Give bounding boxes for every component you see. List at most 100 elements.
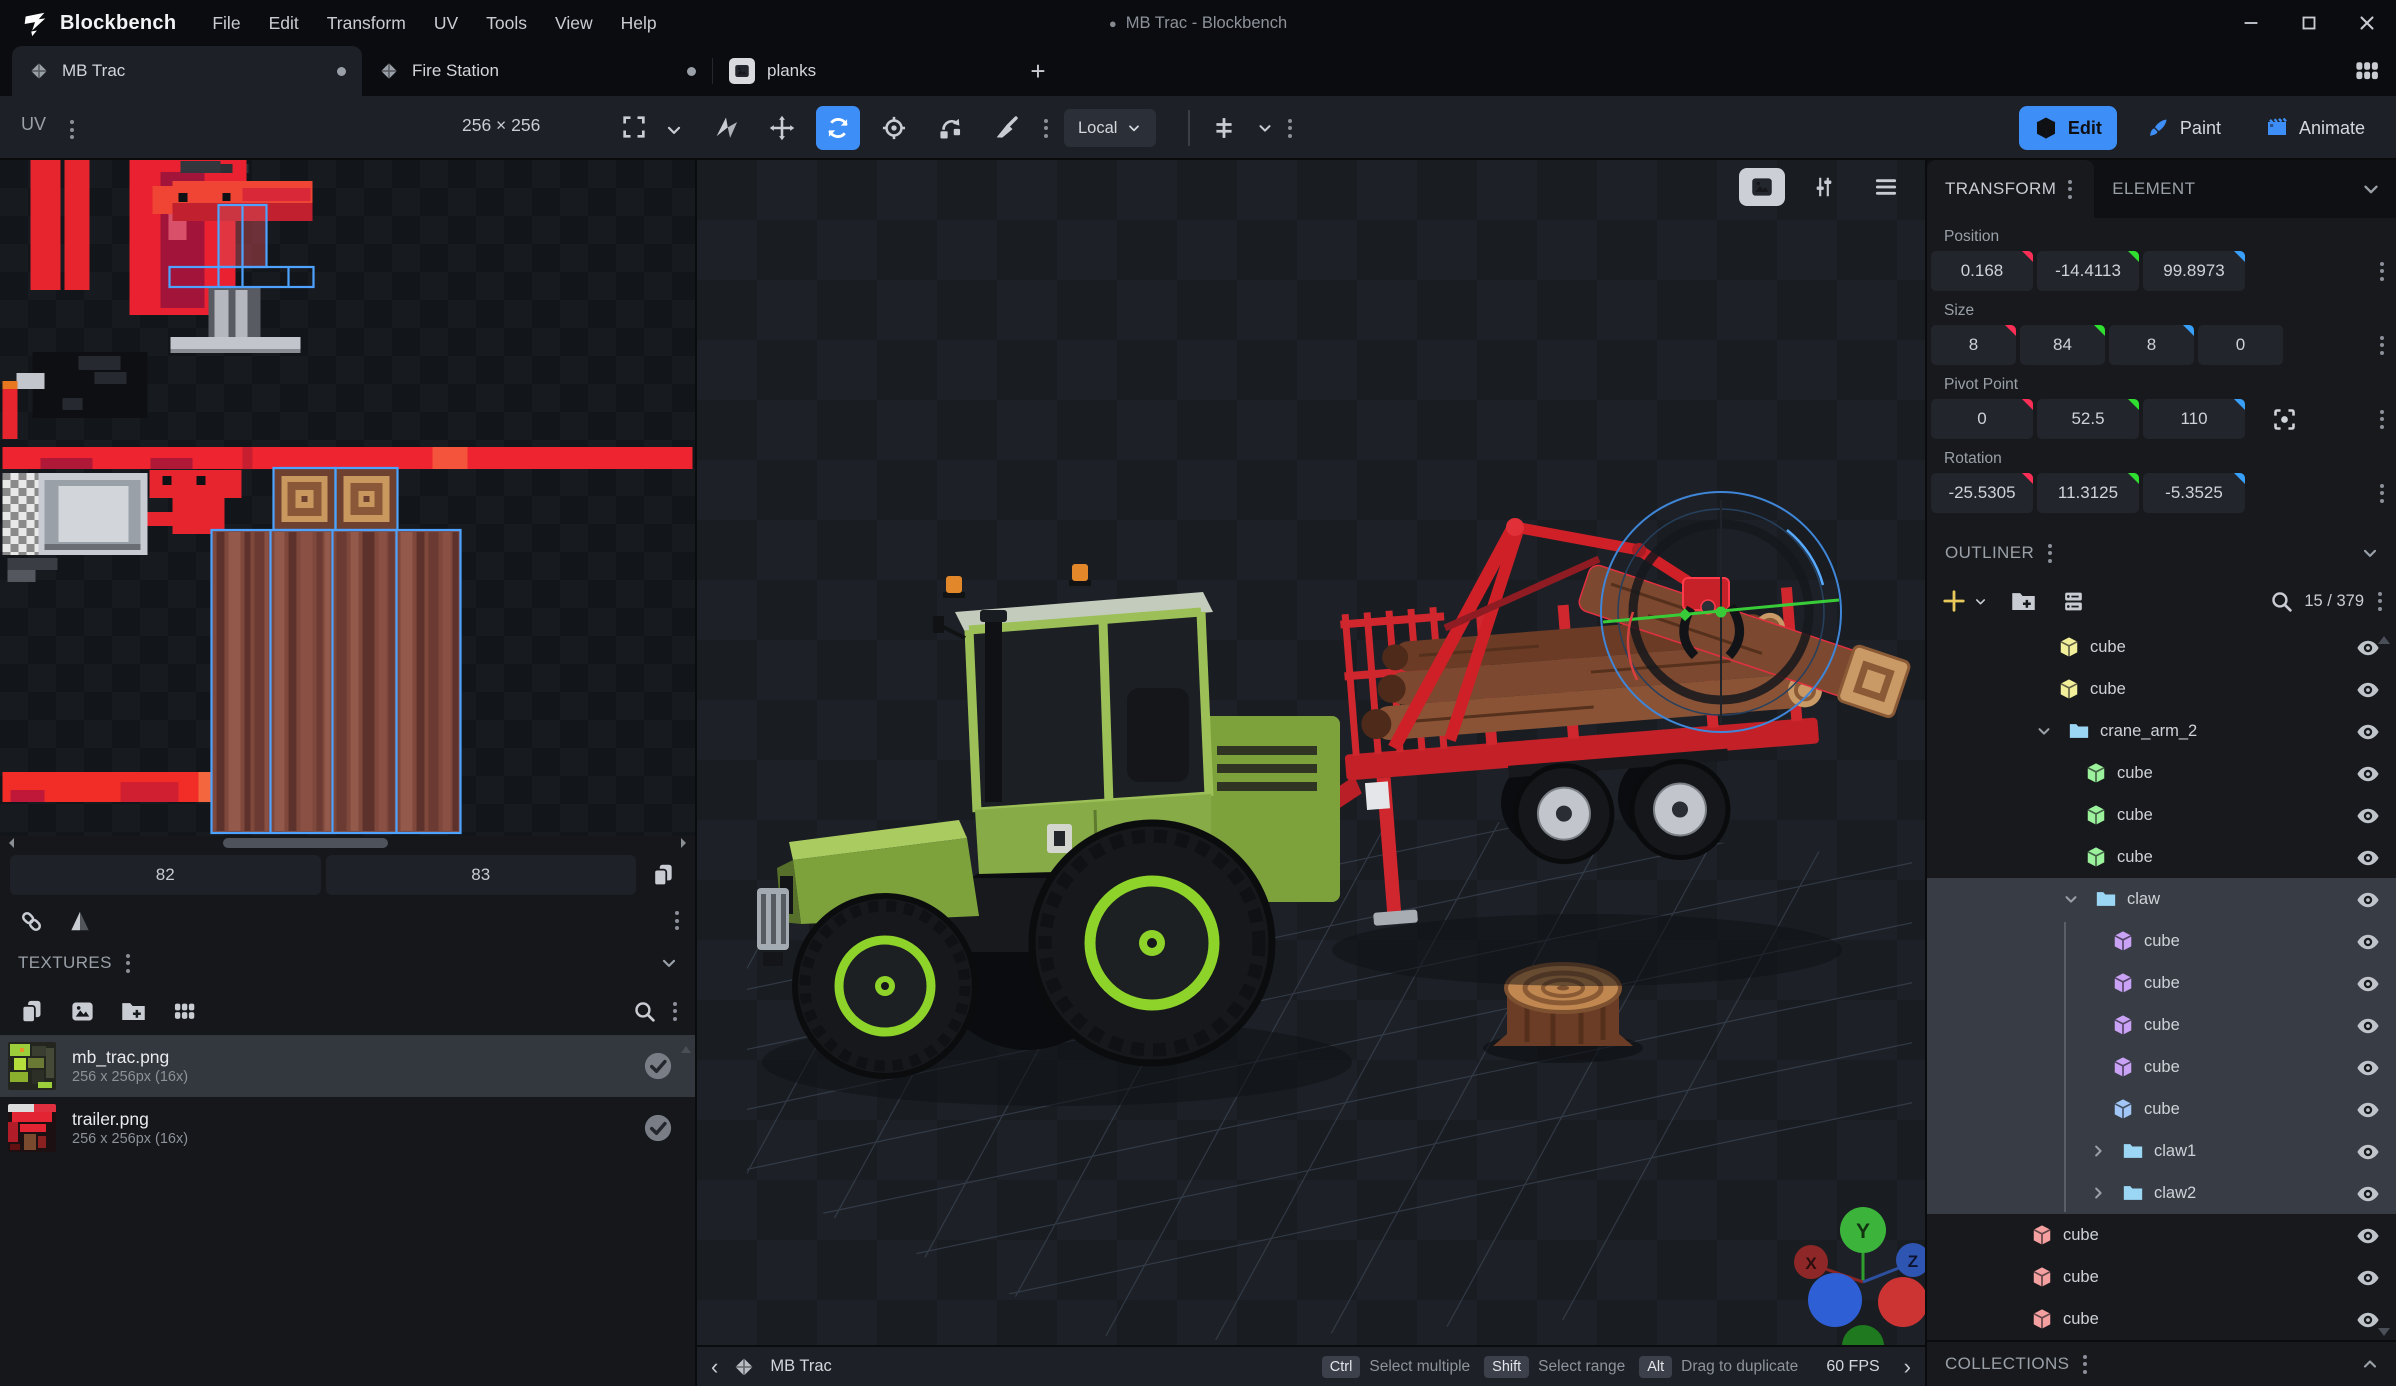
link-uv-icon[interactable] (18, 908, 45, 935)
rotation-x-field[interactable]: -25.5305 (1931, 473, 2033, 513)
visibility-eye-icon[interactable] (2356, 1140, 2380, 1162)
outliner-menu-icon[interactable] (2044, 540, 2056, 567)
new-tab-button[interactable]: + (1015, 46, 1061, 96)
visibility-eye-icon[interactable] (2356, 972, 2380, 994)
visibility-eye-icon[interactable] (2356, 888, 2380, 910)
transform-menu-icon[interactable] (2064, 176, 2076, 203)
group-menu-icon[interactable] (2376, 480, 2388, 507)
pivot-point-z-field[interactable]: 110 (2143, 399, 2245, 439)
chevron-down-icon[interactable] (659, 953, 679, 973)
size-z-field[interactable]: 8 (2109, 325, 2194, 365)
scroll-right-icon[interactable] (681, 838, 691, 848)
visibility-eye-icon[interactable] (2356, 1014, 2380, 1036)
scroll-left-icon[interactable] (4, 838, 14, 848)
chevron-down-icon[interactable] (2030, 722, 2058, 740)
outliner-cube-item[interactable]: cube (1927, 1004, 2396, 1046)
visibility-eye-icon[interactable] (2356, 1098, 2380, 1120)
visibility-eye-icon[interactable] (2356, 1182, 2380, 1204)
tractor-model[interactable] (757, 564, 1352, 1106)
axis-neg-x-ball[interactable] (1878, 1277, 1925, 1327)
outliner-cube-item[interactable]: cube (1927, 1214, 2396, 1256)
knife-tool-button[interactable] (984, 106, 1028, 150)
search-icon[interactable] (632, 999, 657, 1024)
outliner-cube-item[interactable]: cube (1927, 1298, 2396, 1340)
chevron-down-icon[interactable] (1256, 119, 1274, 137)
chevron-down-icon[interactable] (2360, 178, 2382, 200)
chevron-down-icon[interactable] (664, 120, 684, 140)
mirror-uv-icon[interactable] (67, 908, 93, 934)
outliner-header[interactable]: OUTLINER (1927, 530, 2396, 576)
rotation-z-field[interactable]: -5.3525 (2143, 473, 2245, 513)
size-extra-field[interactable]: 0 (2198, 325, 2283, 365)
textures-header[interactable]: TEXTURES (0, 939, 695, 987)
menu-item-uv[interactable]: UV (420, 3, 472, 44)
status-prev-icon[interactable]: ‹ (711, 1356, 718, 1378)
texture-item-trailer.png[interactable]: trailer.png256 x 256px (16x) (0, 1097, 695, 1159)
group-menu-icon[interactable] (2376, 332, 2388, 359)
collections-menu-icon[interactable] (2079, 1351, 2091, 1378)
chevron-right-icon[interactable] (2084, 1184, 2112, 1202)
viewport-3d[interactable]: Y X Z ‹ MB Trac CtrlSelect multipleShif (697, 160, 1925, 1386)
frame-view-icon[interactable] (620, 113, 648, 141)
uv-y-field[interactable]: 83 (326, 855, 637, 895)
viewport-menu-icon[interactable] (1284, 115, 1296, 142)
minimize-button[interactable] (2222, 0, 2280, 46)
uv-scroll-thumb[interactable] (223, 838, 388, 848)
mode-paint-button[interactable]: Paint (2131, 106, 2236, 150)
outliner-list-menu-icon[interactable] (2374, 588, 2386, 615)
chevron-up-icon[interactable] (2360, 1354, 2380, 1374)
menu-item-file[interactable]: File (198, 3, 254, 44)
size-y-field[interactable]: 84 (2020, 325, 2105, 365)
outliner-cube-item[interactable]: cube (1927, 1088, 2396, 1130)
visibility-eye-icon[interactable] (2356, 1056, 2380, 1078)
size-x-field[interactable]: 8 (1931, 325, 2016, 365)
group-menu-icon[interactable] (2376, 258, 2388, 285)
visibility-eye-icon[interactable] (2356, 930, 2380, 952)
background-image-icon[interactable] (1739, 168, 1785, 206)
pivot-tool-button[interactable] (872, 106, 916, 150)
mode-edit-button[interactable]: Edit (2019, 106, 2117, 150)
project-tab-mb-trac[interactable]: MB Trac (12, 46, 362, 96)
outliner-cube-item[interactable]: cube (1927, 626, 2396, 668)
mode-animate-button[interactable]: Animate (2250, 106, 2380, 150)
visibility-eye-icon[interactable] (2356, 636, 2380, 658)
outliner-cube-item[interactable]: cube (1927, 1046, 2396, 1088)
viewport-menu-icon[interactable] (1863, 168, 1909, 206)
add-cube-icon[interactable] (1941, 588, 1967, 614)
rotate-tool-button[interactable] (816, 106, 860, 150)
visibility-eye-icon[interactable] (2356, 1224, 2380, 1246)
chevron-right-icon[interactable] (2084, 1142, 2112, 1160)
axis-neg-z-ball[interactable] (1808, 1273, 1862, 1327)
tools-menu-icon[interactable] (1040, 115, 1052, 142)
outliner-cube-item[interactable]: cube (1927, 794, 2396, 836)
chevron-down-icon[interactable] (2360, 543, 2380, 563)
toggle-list-icon[interactable] (2061, 589, 2086, 614)
copy-icon[interactable] (641, 855, 685, 895)
collections-header[interactable]: COLLECTIONS (1927, 1340, 2396, 1386)
visibility-eye-icon[interactable] (2356, 846, 2380, 868)
outliner-group-claw1[interactable]: claw1 (1927, 1130, 2396, 1172)
outliner-cube-item[interactable]: cube (1927, 962, 2396, 1004)
pivot-point-y-field[interactable]: 52.5 (2037, 399, 2139, 439)
outliner-cube-item[interactable]: cube (1927, 668, 2396, 710)
group-menu-icon[interactable] (2376, 406, 2388, 433)
menu-item-edit[interactable]: Edit (255, 3, 313, 44)
project-tab-fire-station[interactable]: Fire Station (362, 46, 712, 96)
outliner-cube-item[interactable]: cube (1927, 1256, 2396, 1298)
skew-tool-button[interactable] (704, 106, 748, 150)
apps-grid-icon[interactable] (2352, 56, 2382, 86)
close-button[interactable] (2338, 0, 2396, 46)
outliner-group-crane_arm_2[interactable]: crane_arm_2 (1927, 710, 2396, 752)
project-tab-planks[interactable]: planks (713, 46, 1015, 96)
outliner-cube-item[interactable]: cube (1927, 836, 2396, 878)
transform-space-dropdown[interactable]: Local (1064, 109, 1156, 147)
tab-element[interactable]: ELEMENT (2094, 160, 2213, 218)
uv-canvas[interactable] (0, 160, 695, 836)
import-folder-icon[interactable] (120, 998, 147, 1025)
visibility-eye-icon[interactable] (2356, 804, 2380, 826)
center-pivot-icon[interactable] (2263, 399, 2305, 439)
texture-enabled-check-icon[interactable] (643, 1113, 673, 1143)
visibility-eye-icon[interactable] (2356, 678, 2380, 700)
create-texture-icon[interactable] (69, 998, 96, 1025)
move-tool-button[interactable] (760, 106, 804, 150)
